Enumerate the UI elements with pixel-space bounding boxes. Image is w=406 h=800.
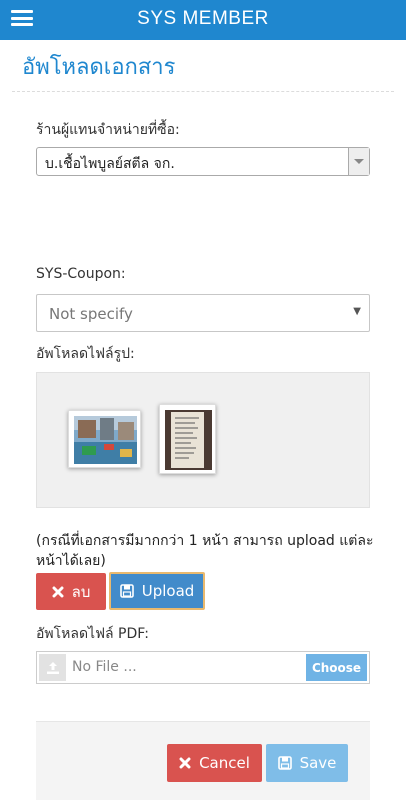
document-photo-image [165,410,212,470]
file-placeholder: No File ... [72,659,137,675]
upload-button[interactable]: Upload [109,572,205,610]
choose-file-button[interactable]: Choose [306,654,367,681]
close-icon [179,757,191,769]
title-divider [12,91,394,92]
coupon-selected-value: Not specify [49,305,133,323]
delete-button[interactable]: ลบ [36,573,106,610]
document-photo-thumbnail[interactable] [159,404,216,474]
photo-thumbnail[interactable] [68,410,141,468]
save-button-label: Save [299,754,337,772]
multi-page-note: (กรณีที่เอกสารมีมากกว่า 1 หน้า สามารถ up… [36,533,374,569]
floppy-disk-icon [277,756,292,770]
coupon-select[interactable]: Not specify ▼ [36,294,370,332]
upload-icon [39,654,66,681]
caret-down-icon: ▼ [353,306,361,317]
image-upload-label: อัพโหลดไฟล์รูป: [36,346,135,362]
dealer-label: ร้านผู้แทนจำหน่ายที่ซื้อ: [36,122,180,138]
save-button[interactable]: Save [266,744,348,782]
coupon-label: SYS-Coupon: [36,266,126,282]
top-bar: SYS MEMBER [0,0,406,40]
dropdown-arrow-box[interactable] [348,148,369,175]
floppy-disk-icon [119,584,134,598]
pdf-file-input[interactable]: No File ... Choose [36,651,370,684]
app-title: SYS MEMBER [137,8,269,29]
photo-thumbnail-image [74,416,137,464]
delete-button-label: ลบ [71,582,91,601]
cancel-button-label: Cancel [199,754,250,772]
pdf-upload-label: อัพโหลดไฟล์ PDF: [36,626,149,642]
chevron-down-icon [354,159,364,164]
dealer-select[interactable]: บ.เชื้อไพบูลย์สตีล จก. [36,147,370,176]
cancel-button[interactable]: Cancel [167,744,262,782]
page-title: อัพโหลดเอกสาร [22,55,176,80]
image-preview-panel [36,372,370,508]
upload-button-label: Upload [141,582,195,600]
close-icon [52,586,64,598]
dealer-selected-value: บ.เชื้อไพบูลย์สตีล จก. [45,156,175,172]
